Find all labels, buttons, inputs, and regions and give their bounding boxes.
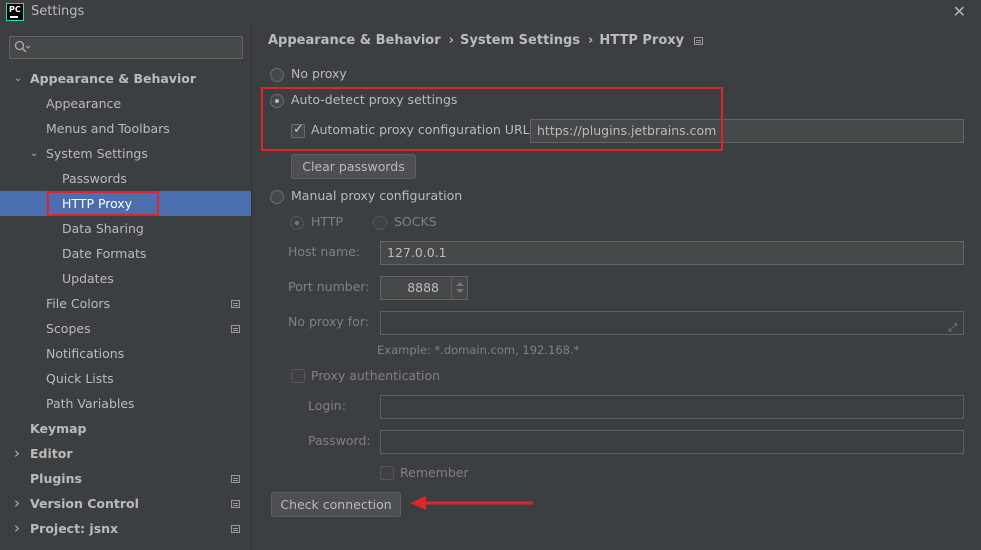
settings-sidebar: ⌄ Appearance & Behavior Appearance Menus an… — [0, 24, 251, 550]
chevron-right-icon[interactable]: › — [14, 491, 26, 516]
chevron-down-icon[interactable]: ⌄ — [30, 141, 42, 166]
auto-config-url-checkbox[interactable] — [291, 122, 305, 138]
sidebar-item-path-variables[interactable]: Path Variables — [0, 391, 251, 416]
project-scope-icon — [231, 500, 240, 508]
sidebar-item-label: Quick Lists — [46, 371, 114, 386]
breadcrumb-separator: › — [448, 33, 454, 48]
auto-config-url-label[interactable]: Automatic proxy configuration URL: — [311, 122, 534, 137]
sidebar-item-notifications[interactable]: Notifications — [0, 341, 251, 366]
chevron-down-icon[interactable]: ⌄ — [14, 66, 26, 91]
proxy-auth-label[interactable]: Proxy authentication — [311, 368, 440, 383]
sidebar-item-system-settings[interactable]: ⌄ System Settings — [0, 141, 251, 166]
project-scope-icon — [231, 325, 240, 333]
http-radio[interactable] — [290, 216, 304, 230]
socks-radio[interactable] — [373, 216, 387, 230]
http-label[interactable]: HTTP — [311, 214, 343, 229]
remember-label[interactable]: Remember — [400, 465, 469, 480]
auto-config-url-field[interactable]: https://plugins.jetbrains.com — [530, 119, 964, 143]
sidebar-item-label: File Colors — [46, 296, 111, 311]
expand-icon[interactable]: ⤢ — [948, 317, 957, 334]
sidebar-item-date-formats[interactable]: Date Formats — [0, 241, 251, 266]
no-proxy-for-label: No proxy for: — [288, 314, 369, 329]
window-title: Settings — [31, 4, 85, 19]
no-proxy-radio[interactable] — [270, 68, 284, 82]
sidebar-item-menus-and-toolbars[interactable]: Menus and Toolbars — [0, 116, 251, 141]
no-proxy-label[interactable]: No proxy — [291, 66, 347, 81]
chevron-right-icon[interactable]: › — [14, 441, 26, 466]
sidebar-item-label: System Settings — [46, 146, 148, 161]
project-scope-icon — [694, 36, 704, 45]
sidebar-item-file-colors[interactable]: File Colors — [0, 291, 251, 316]
sidebar-item-label: Path Variables — [46, 396, 135, 411]
port-number-spinner[interactable]: 8888 — [380, 276, 468, 300]
sidebar-item-http-proxy[interactable]: HTTP Proxy — [0, 191, 251, 216]
sidebar-item-label: Keymap — [30, 421, 87, 436]
sidebar-item-quick-lists[interactable]: Quick Lists — [0, 366, 251, 391]
search-icon — [14, 40, 30, 53]
login-label: Login: — [308, 398, 346, 413]
breadcrumb-separator: › — [588, 33, 594, 48]
sidebar-item-editor[interactable]: › Editor — [0, 441, 251, 466]
breadcrumb-item: Appearance & Behavior — [268, 33, 441, 48]
sidebar-item-data-sharing[interactable]: Data Sharing — [0, 216, 251, 241]
breadcrumb: Appearance & Behavior › System Settings › HT… — [268, 33, 709, 48]
sidebar-item-label: Data Sharing — [62, 221, 144, 236]
sidebar-item-label: Passwords — [62, 171, 127, 186]
check-connection-button[interactable]: Check connection — [271, 492, 401, 517]
title-bar: PC Settings ✕ — [0, 0, 981, 24]
proxy-auth-checkbox[interactable] — [291, 369, 305, 383]
no-proxy-example-hint: Example: *.domain.com, 192.168.* — [377, 343, 580, 357]
auto-detect-radio[interactable] — [270, 94, 284, 108]
password-label: Password: — [308, 433, 371, 448]
project-scope-icon — [231, 525, 240, 533]
project-scope-icon — [231, 475, 240, 483]
sidebar-item-version-control[interactable]: › Version Control — [0, 491, 251, 516]
host-name-label: Host name: — [288, 244, 361, 259]
sidebar-item-label: Appearance — [46, 96, 122, 111]
search-field[interactable] — [9, 36, 243, 59]
port-number-value: 8888 — [407, 280, 439, 295]
sidebar-item-label: Notifications — [46, 346, 125, 361]
sidebar-item-label: Editor — [30, 446, 73, 461]
sidebar-item-label: Project: jsnx — [30, 521, 119, 536]
pycharm-app-icon: PC — [6, 3, 24, 21]
manual-proxy-label[interactable]: Manual proxy configuration — [291, 188, 462, 203]
sidebar-item-label: Scopes — [46, 321, 91, 336]
breadcrumb-item: System Settings — [460, 33, 581, 48]
chevron-right-icon[interactable]: › — [14, 516, 26, 541]
sidebar-item-project-jsnx[interactable]: › Project: jsnx — [0, 516, 251, 541]
sidebar-item-label: Plugins — [30, 471, 82, 486]
manual-proxy-radio[interactable] — [270, 190, 284, 204]
host-name-field[interactable]: 127.0.0.1 — [380, 241, 964, 265]
clear-passwords-button[interactable]: Clear passwords — [291, 154, 416, 179]
socks-label[interactable]: SOCKS — [394, 214, 437, 229]
sidebar-item-label: Menus and Toolbars — [46, 121, 170, 136]
sidebar-item-appearance[interactable]: Appearance — [0, 91, 251, 116]
port-number-label: Port number: — [288, 279, 370, 294]
close-window-icon[interactable]: ✕ — [953, 2, 966, 21]
spinner-arrows-icon[interactable] — [451, 277, 467, 299]
project-scope-icon — [231, 300, 240, 308]
sidebar-item-keymap[interactable]: Keymap — [0, 416, 251, 441]
breadcrumb-item: HTTP Proxy — [599, 33, 685, 48]
remember-checkbox[interactable] — [380, 466, 394, 480]
sidebar-item-label: Date Formats — [62, 246, 147, 261]
sidebar-item-label: HTTP Proxy — [62, 196, 133, 211]
sidebar-item-plugins[interactable]: Plugins — [0, 466, 251, 491]
sidebar-item-label: Version Control — [30, 496, 139, 511]
sidebar-item-appearance-behavior[interactable]: ⌄ Appearance & Behavior — [0, 66, 251, 91]
sidebar-item-passwords[interactable]: Passwords — [0, 166, 251, 191]
login-field[interactable] — [380, 395, 964, 419]
sidebar-item-label: Appearance & Behavior — [30, 71, 196, 86]
annotation-arrow-icon — [410, 496, 533, 510]
no-proxy-for-field[interactable]: ⤢ — [380, 311, 964, 335]
sidebar-item-updates[interactable]: Updates — [0, 266, 251, 291]
auto-detect-label[interactable]: Auto-detect proxy settings — [291, 92, 457, 107]
password-field[interactable] — [380, 430, 964, 454]
sidebar-item-scopes[interactable]: Scopes — [0, 316, 251, 341]
sidebar-divider — [251, 24, 252, 550]
sidebar-item-label: Updates — [62, 271, 114, 286]
